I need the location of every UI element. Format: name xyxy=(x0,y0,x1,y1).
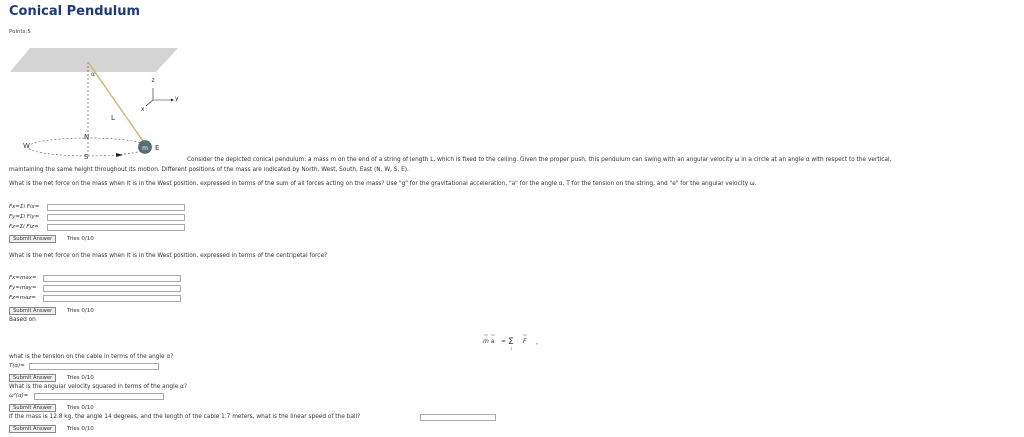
axis-y-arrow xyxy=(171,98,174,102)
south-label: S xyxy=(84,153,89,161)
q5-submit-button[interactable]: Submit Answer xyxy=(9,425,57,433)
question-3-text: what is the tension on the cable in term… xyxy=(9,354,174,360)
q5-tries: Tries 0/10 xyxy=(67,426,94,432)
net-force-equation: m a = Σ i F , xyxy=(483,334,538,351)
q2-fy-input[interactable] xyxy=(43,285,181,292)
east-label: E xyxy=(155,144,159,152)
q3-submit-button[interactable]: Submit Answer xyxy=(9,374,57,382)
q2-tries: Tries 0/10 xyxy=(67,308,94,314)
page-title: Conical Pendulum xyxy=(9,4,141,19)
mass-label: m xyxy=(142,145,148,152)
problem-description-line1: Consider the depicted conical pendulum: … xyxy=(187,157,892,163)
q3-label: T(α)= xyxy=(9,363,25,369)
pendulum-string xyxy=(87,61,146,145)
q1-fx-input[interactable] xyxy=(47,204,185,211)
y-axis-label: y xyxy=(175,95,179,102)
q1-fx-label: Fx=Σi Fix= xyxy=(9,204,40,210)
q4-label: ω²(α)= xyxy=(9,393,29,399)
q2-fz-input[interactable] xyxy=(43,295,181,302)
q2-fx-label: Fx=max= xyxy=(9,275,37,281)
west-label: W xyxy=(23,142,30,150)
based-on-text: Based on xyxy=(9,317,36,323)
q3-input[interactable] xyxy=(29,363,159,370)
question-2-text: What is the net force on the mass when i… xyxy=(9,253,328,259)
q2-fz-label: Fz=maz= xyxy=(9,295,36,301)
direction-arrow xyxy=(116,153,123,157)
x-axis-label: x xyxy=(141,106,145,113)
axis-x xyxy=(145,99,154,107)
q3-tries: Tries 0/10 xyxy=(67,375,94,381)
q1-submit-button[interactable]: Submit Answer xyxy=(9,235,57,243)
q2-fx-input[interactable] xyxy=(43,275,181,282)
q4-submit-button[interactable]: Submit Answer xyxy=(9,404,57,412)
q5-input[interactable] xyxy=(420,414,496,421)
q4-input[interactable] xyxy=(34,393,164,400)
length-label: L xyxy=(111,114,115,122)
q2-submit-button[interactable]: Submit Answer xyxy=(9,307,57,315)
q2-fy-label: Fy=may= xyxy=(9,285,37,291)
eq-subscript: i xyxy=(511,346,512,351)
q1-fy-label: Fy=Σi Fiy= xyxy=(9,214,40,220)
question-5-text: If the mass is 12.8 kg, the angle 14 deg… xyxy=(9,414,361,420)
eq-comma: , xyxy=(536,339,538,346)
north-label: N xyxy=(84,133,89,141)
points-label: Points:5 xyxy=(9,29,31,35)
conical-pendulum-figure: m α z y x L N S W E xyxy=(10,48,179,161)
question-4-text: What is the angular velocity squared in … xyxy=(9,384,188,390)
eq-equals: = xyxy=(501,338,506,345)
q1-fz-input[interactable] xyxy=(47,224,185,231)
eq-rhs: F xyxy=(523,338,527,345)
q1-fy-input[interactable] xyxy=(47,214,185,221)
eq-lhs: m a xyxy=(483,338,495,345)
q1-fz-label: Fz=Σi Fiz= xyxy=(9,224,39,230)
z-axis-label: z xyxy=(152,77,155,84)
problem-description-line2: maintaining the same height throughout i… xyxy=(9,167,409,173)
q4-tries: Tries 0/10 xyxy=(67,405,94,411)
alpha-label: α xyxy=(91,71,95,78)
question-1-text: What is the net force on the mass when i… xyxy=(9,181,757,187)
ceiling-plane xyxy=(10,48,178,72)
q1-tries: Tries 0/10 xyxy=(67,236,94,242)
